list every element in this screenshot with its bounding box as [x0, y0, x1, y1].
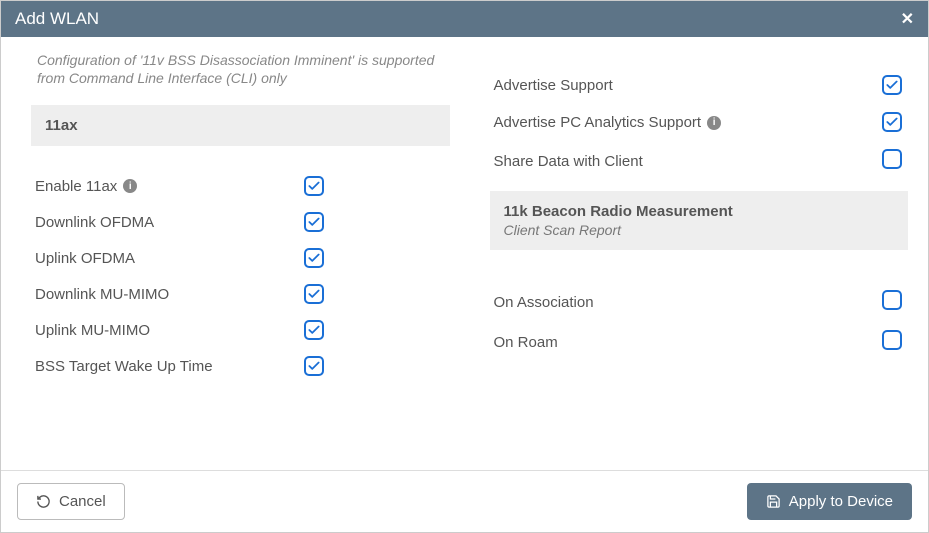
apply-button[interactable]: Apply to Device: [747, 483, 912, 520]
section-11ax: 11ax: [31, 105, 450, 146]
checkbox-uplink-mu-mimo[interactable]: [304, 320, 324, 340]
field-downlink-mu-mimo: Downlink MU-MIMO: [31, 276, 450, 312]
label-text-on-association: On Association: [494, 294, 594, 311]
modal-footer: Cancel Apply to Device: [1, 470, 928, 532]
section-11ax-title: 11ax: [45, 117, 78, 134]
label-on-roam: On Roam: [494, 334, 873, 351]
label-text-uplink-mu-mimo: Uplink MU-MIMO: [35, 322, 150, 339]
checkbox-advertise-pc-analytics-support[interactable]: [882, 112, 902, 132]
label-share-data-with-client: Share Data with Client: [494, 153, 873, 170]
field-uplink-ofdma: Uplink OFDMA: [31, 240, 450, 276]
checkbox-bss-target-wake-up-time[interactable]: [304, 356, 324, 376]
label-text-downlink-mu-mimo: Downlink MU-MIMO: [35, 286, 169, 303]
field-bss-target-wake-up-time: BSS Target Wake Up Time: [31, 348, 450, 384]
modal-body: Configuration of '11v BSS Disassociation…: [1, 37, 928, 470]
label-text-enable-11ax: Enable 11ax: [35, 178, 117, 195]
label-text-on-roam: On Roam: [494, 334, 558, 351]
checkbox-on-roam[interactable]: [882, 330, 902, 350]
field-share-data-with-client: Share Data with Client: [490, 141, 909, 181]
undo-icon: [36, 494, 51, 509]
label-text-advertise-support: Advertise Support: [494, 77, 613, 94]
checkbox-advertise-support[interactable]: [882, 75, 902, 95]
apply-label: Apply to Device: [789, 493, 893, 510]
checkbox-share-data-with-client[interactable]: [882, 149, 902, 169]
label-text-bss-target-wake-up-time: BSS Target Wake Up Time: [35, 358, 213, 375]
info-icon[interactable]: i: [707, 116, 721, 130]
left-column: Configuration of '11v BSS Disassociation…: [31, 47, 450, 460]
label-enable-11ax: Enable 11ax i: [35, 178, 294, 195]
label-text-downlink-ofdma: Downlink OFDMA: [35, 214, 154, 231]
config-note: Configuration of '11v BSS Disassociation…: [31, 47, 450, 101]
right-column: Advertise Support Advertise PC Analytics …: [490, 47, 909, 460]
label-downlink-mu-mimo: Downlink MU-MIMO: [35, 286, 294, 303]
label-bss-target-wake-up-time: BSS Target Wake Up Time: [35, 358, 294, 375]
label-text-advertise-pc-analytics-support: Advertise PC Analytics Support: [494, 114, 702, 131]
label-downlink-ofdma: Downlink OFDMA: [35, 214, 294, 231]
checkbox-uplink-ofdma[interactable]: [304, 248, 324, 268]
label-uplink-mu-mimo: Uplink MU-MIMO: [35, 322, 294, 339]
section-11k-sub: Client Scan Report: [504, 222, 895, 238]
field-enable-11ax: Enable 11ax i: [31, 168, 450, 204]
checkbox-enable-11ax[interactable]: [304, 176, 324, 196]
label-text-share-data-with-client: Share Data with Client: [494, 153, 643, 170]
label-text-uplink-ofdma: Uplink OFDMA: [35, 250, 135, 267]
field-on-association: On Association: [490, 282, 909, 322]
add-wlan-modal: Add WLAN ✕ Configuration of '11v BSS Dis…: [0, 0, 929, 533]
label-on-association: On Association: [494, 294, 873, 311]
save-icon: [766, 494, 781, 509]
close-icon[interactable]: ✕: [901, 9, 914, 29]
section-11k-title: 11k Beacon Radio Measurement: [504, 203, 895, 220]
label-uplink-ofdma: Uplink OFDMA: [35, 250, 294, 267]
checkbox-on-association[interactable]: [882, 290, 902, 310]
modal-header: Add WLAN ✕: [1, 1, 928, 37]
field-downlink-ofdma: Downlink OFDMA: [31, 204, 450, 240]
field-uplink-mu-mimo: Uplink MU-MIMO: [31, 312, 450, 348]
field-on-roam: On Roam: [490, 322, 909, 362]
modal-title: Add WLAN: [15, 9, 99, 29]
cancel-label: Cancel: [59, 493, 106, 510]
field-advertise-pc-analytics-support: Advertise PC Analytics Support i: [490, 104, 909, 141]
cancel-button[interactable]: Cancel: [17, 483, 125, 520]
info-icon[interactable]: i: [123, 179, 137, 193]
section-11k: 11k Beacon Radio Measurement Client Scan…: [490, 191, 909, 250]
checkbox-downlink-mu-mimo[interactable]: [304, 284, 324, 304]
label-advertise-support: Advertise Support: [494, 77, 873, 94]
label-advertise-pc-analytics-support: Advertise PC Analytics Support i: [494, 114, 873, 131]
checkbox-downlink-ofdma[interactable]: [304, 212, 324, 232]
field-advertise-support: Advertise Support: [490, 67, 909, 104]
